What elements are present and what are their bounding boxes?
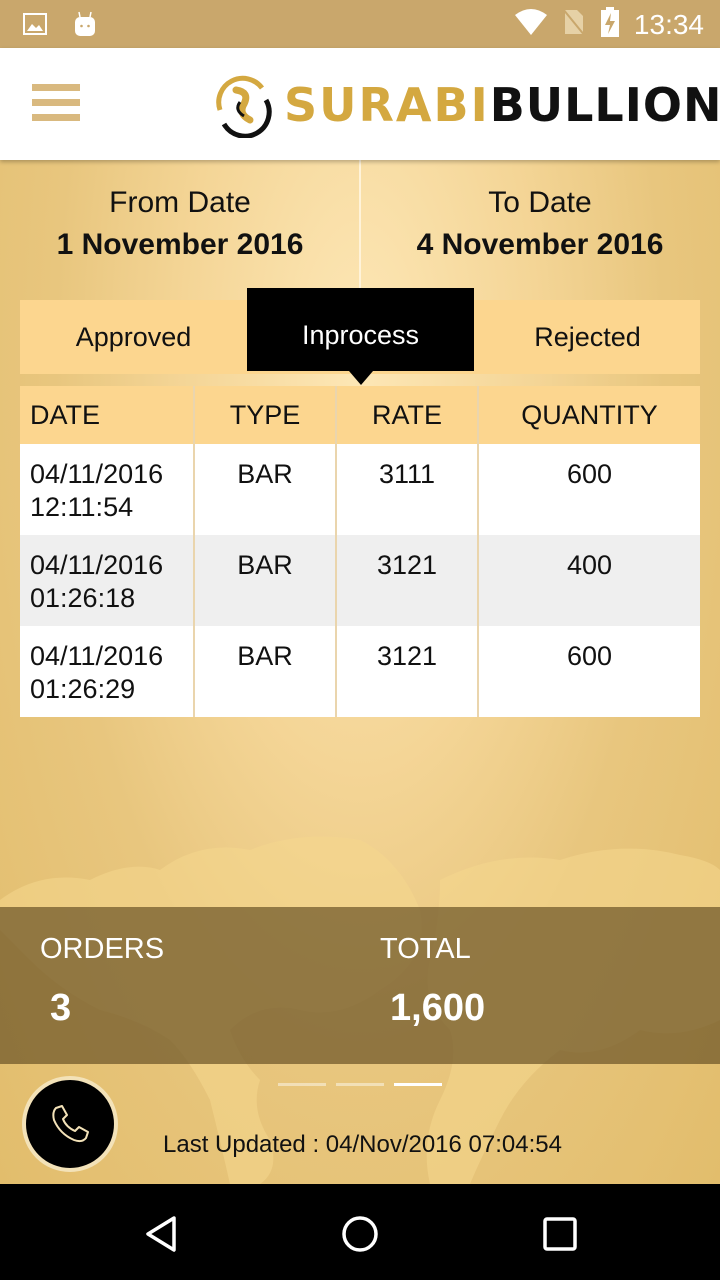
header-date: DATE bbox=[20, 386, 195, 444]
page-dot[interactable] bbox=[278, 1083, 326, 1086]
home-button[interactable] bbox=[338, 1212, 382, 1256]
header-rate: RATE bbox=[337, 386, 479, 444]
table-header: DATE TYPE RATE QUANTITY bbox=[20, 386, 700, 444]
cell-quantity: 400 bbox=[566, 550, 613, 580]
to-date-value[interactable]: 4 November 2016 bbox=[360, 228, 720, 262]
cell-date: 04/11/2016 12:11:54 bbox=[20, 444, 195, 535]
no-sim-icon bbox=[562, 7, 586, 42]
orders-table: DATE TYPE RATE QUANTITY 04/11/2016 12:11… bbox=[20, 386, 700, 717]
cell-date: 04/11/2016 01:26:18 bbox=[20, 535, 195, 626]
phone-icon bbox=[52, 1105, 89, 1143]
page-dot[interactable] bbox=[336, 1083, 384, 1086]
back-icon bbox=[146, 1216, 176, 1252]
cell-type: BAR bbox=[195, 626, 337, 717]
from-date-label: From Date bbox=[109, 186, 251, 219]
orders-value: 3 bbox=[50, 987, 72, 1029]
hamburger-menu-icon[interactable] bbox=[32, 84, 80, 122]
to-date-label: To Date bbox=[488, 186, 592, 219]
main-content: From Date 1 November 2016 To Date 4 Nove… bbox=[0, 160, 720, 1184]
total-label: TOTAL bbox=[380, 933, 471, 965]
summary-panel: ORDERS 3 TOTAL 1,600 bbox=[0, 907, 720, 1064]
cell-type: BAR bbox=[195, 444, 337, 535]
tab-rejected[interactable]: Rejected bbox=[474, 300, 701, 374]
header-type: TYPE bbox=[195, 386, 337, 444]
from-date-value[interactable]: 1 November 2016 bbox=[0, 228, 360, 262]
recents-icon bbox=[543, 1217, 577, 1251]
logo-text-bullion: BULLION bbox=[489, 78, 720, 132]
total-value: 1,600 bbox=[390, 987, 486, 1029]
cell-date-day: 04/11/2016 bbox=[30, 641, 164, 671]
from-date[interactable]: From Date 1 November 2016 bbox=[0, 186, 360, 262]
recents-button[interactable] bbox=[538, 1212, 582, 1256]
cell-rate: 3121 bbox=[337, 535, 479, 626]
cell-quantity: 600 bbox=[566, 459, 613, 489]
clock: 13:34 bbox=[633, 8, 704, 40]
app-bar: SURABI BULLION bbox=[0, 48, 720, 160]
last-updated: Last Updated : 04/Nov/2016 07:04:54 bbox=[163, 1131, 562, 1158]
cell-date-day: 04/11/2016 bbox=[30, 459, 164, 489]
android-notification-icon bbox=[72, 10, 98, 43]
page-indicator bbox=[278, 1083, 442, 1086]
logo: SURABI BULLION bbox=[210, 70, 720, 140]
cell-type: BAR bbox=[195, 535, 337, 626]
call-button[interactable] bbox=[22, 1076, 118, 1172]
logo-emblem-icon bbox=[216, 75, 272, 138]
cell-date-time: 01:26:18 bbox=[30, 583, 136, 613]
header-quantity: QUANTITY bbox=[521, 400, 658, 430]
tab-inprocess[interactable]: Inprocess bbox=[247, 288, 474, 385]
cell-quantity: 600 bbox=[566, 641, 613, 671]
back-button[interactable] bbox=[140, 1212, 184, 1256]
status-bar: 13:34 bbox=[0, 0, 720, 48]
table-row[interactable]: 04/11/2016 01:26:18 BAR 3121 400 bbox=[20, 535, 700, 626]
cell-date-day: 04/11/2016 bbox=[30, 550, 164, 580]
cell-date-time: 01:26:29 bbox=[30, 674, 136, 704]
cell-date-time: 12:11:54 bbox=[30, 492, 134, 522]
page-dot-active[interactable] bbox=[394, 1083, 442, 1086]
cell-rate: 3111 bbox=[337, 444, 479, 535]
orders-label: ORDERS bbox=[40, 933, 165, 965]
to-date[interactable]: To Date 4 November 2016 bbox=[360, 186, 720, 262]
cell-date: 04/11/2016 01:26:29 bbox=[20, 626, 195, 717]
battery-charging-icon bbox=[600, 6, 620, 43]
table-row[interactable]: 04/11/2016 12:11:54 BAR 3111 600 bbox=[20, 444, 700, 535]
home-icon bbox=[342, 1216, 378, 1252]
tab-approved[interactable]: Approved bbox=[20, 300, 247, 374]
status-tabs: Approved Inprocess Rejected bbox=[20, 288, 701, 385]
image-notification-icon bbox=[22, 11, 48, 42]
system-nav-bar bbox=[0, 1184, 720, 1280]
date-range: From Date 1 November 2016 To Date 4 Nove… bbox=[0, 160, 720, 288]
cell-rate: 3121 bbox=[337, 626, 479, 717]
table-row[interactable]: 04/11/2016 01:26:29 BAR 3121 600 bbox=[20, 626, 700, 717]
wifi-icon bbox=[514, 7, 548, 42]
logo-text-surabi: SURABI bbox=[284, 78, 490, 132]
